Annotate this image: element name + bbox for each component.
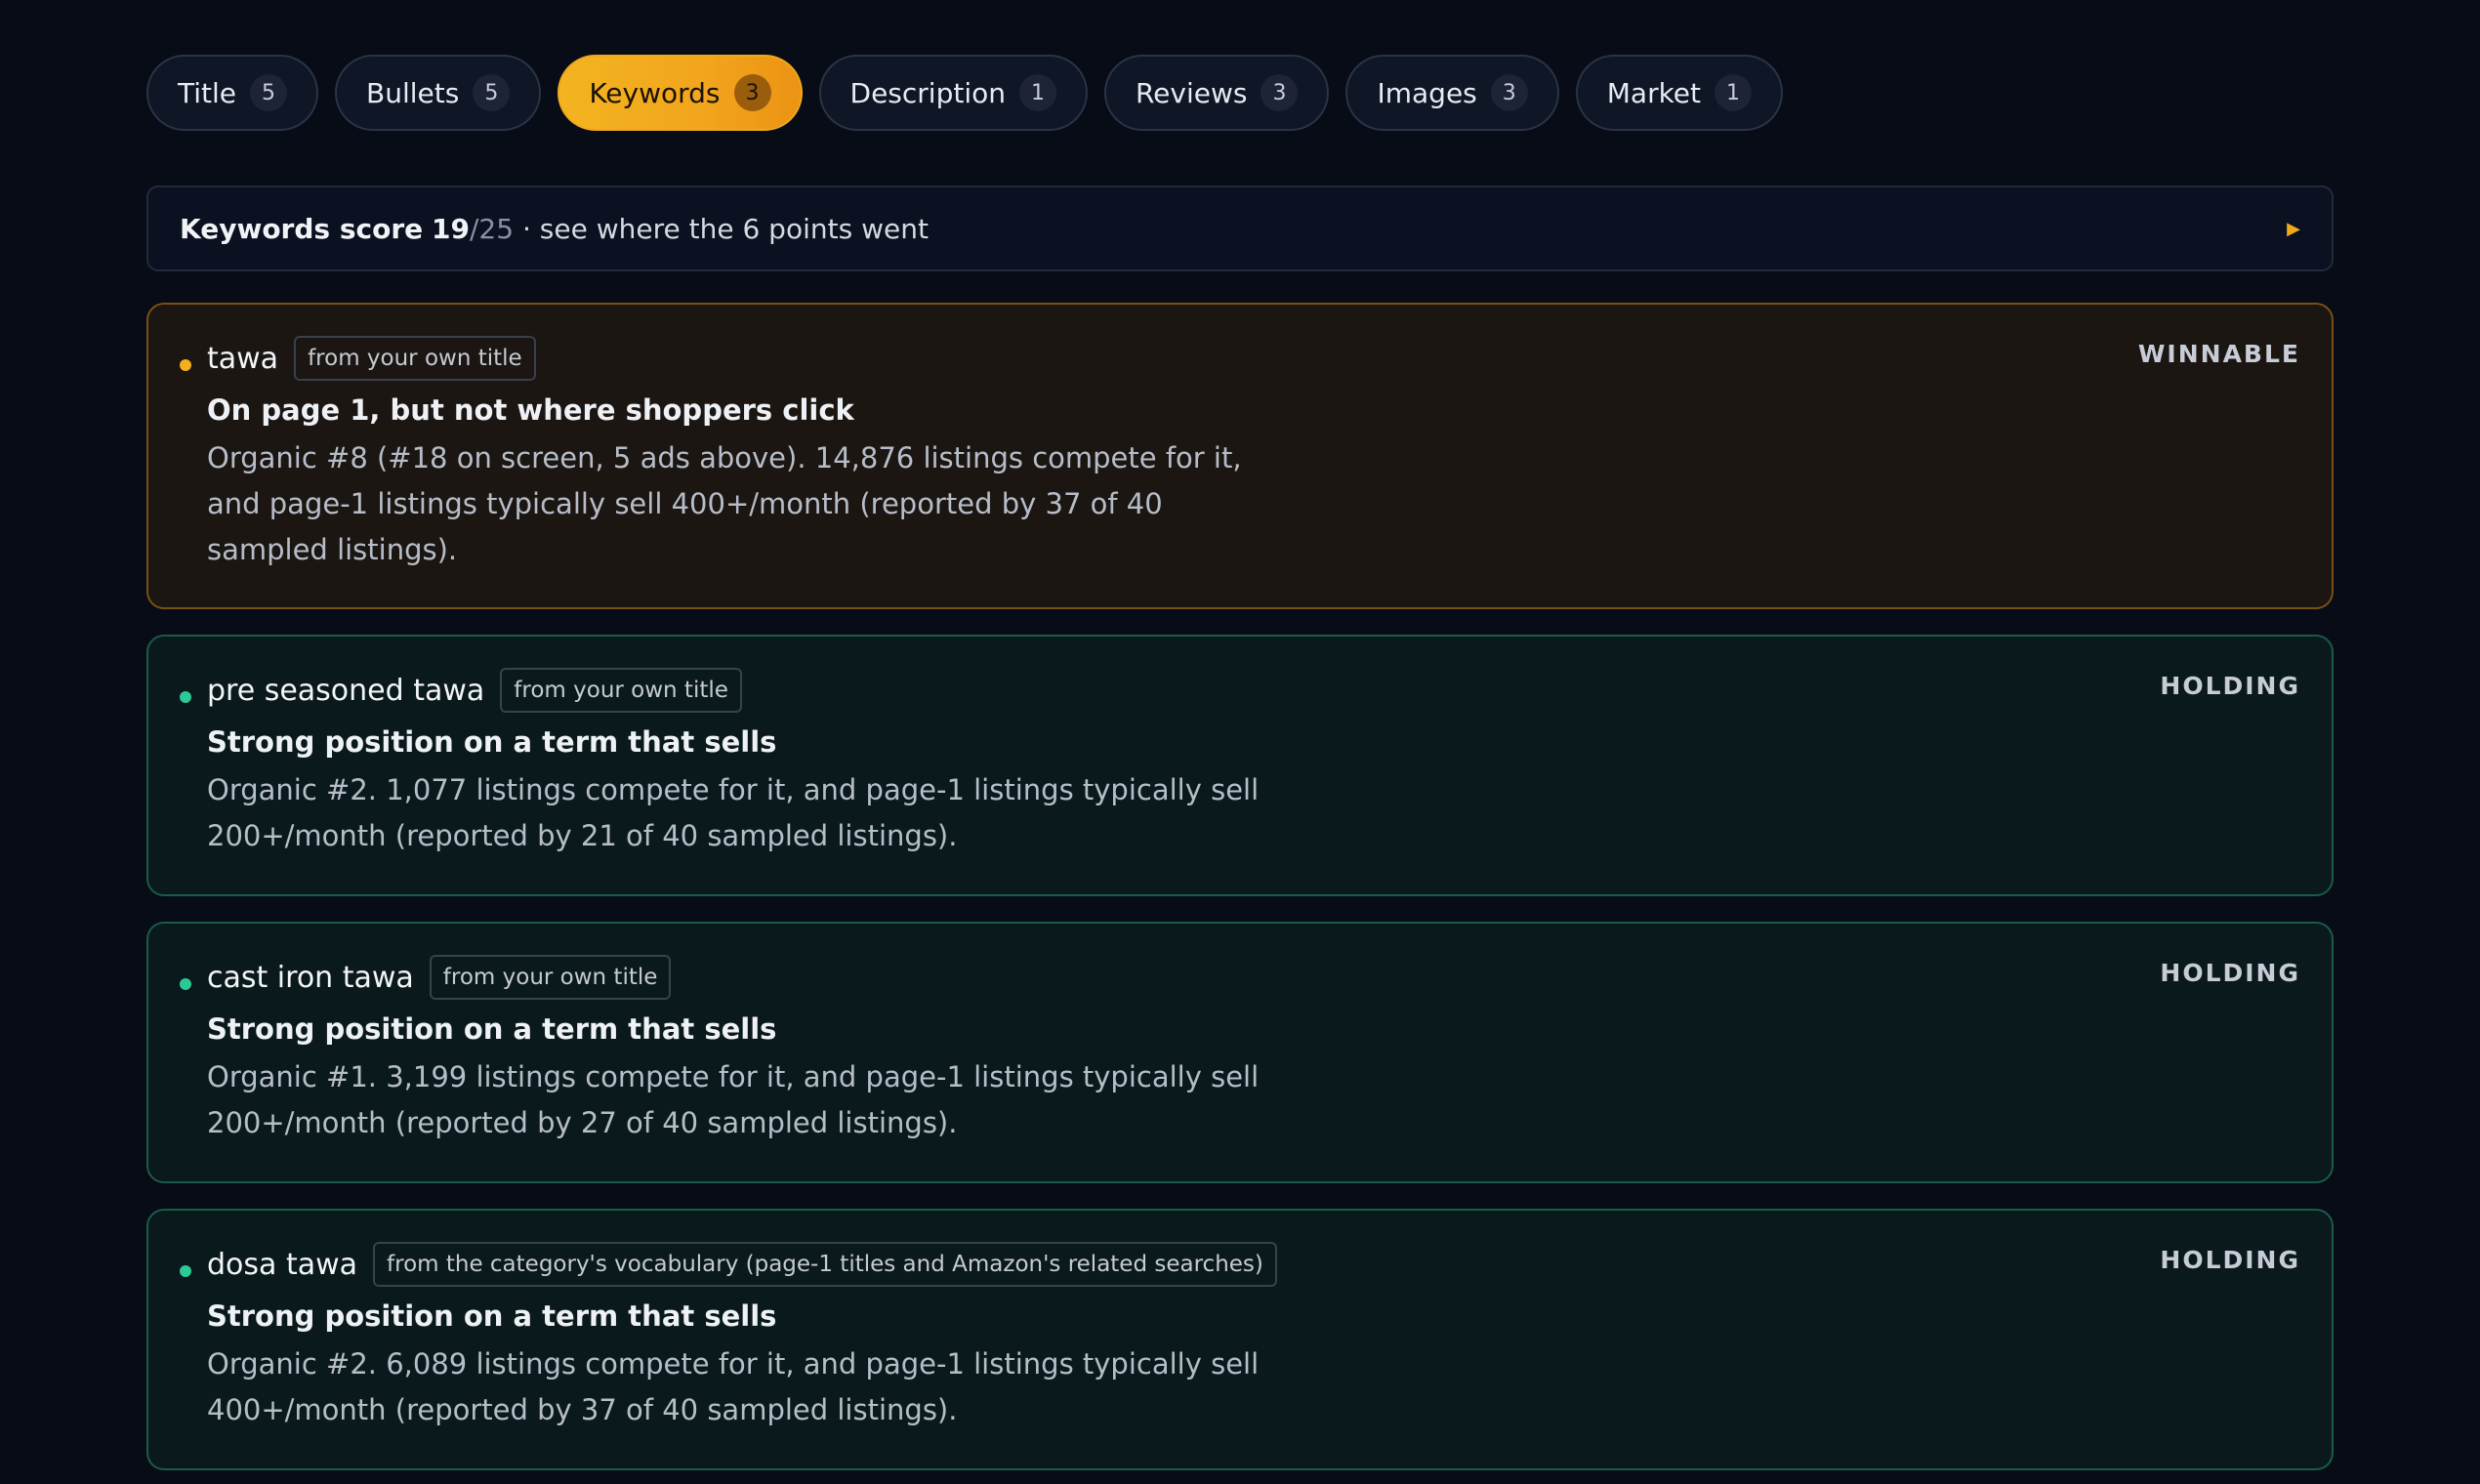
tab-images[interactable]: Images 3 [1345, 55, 1559, 131]
keyword-headline: Strong position on a term that sells [207, 725, 777, 759]
keyword-source-tag: from your own title [500, 668, 742, 713]
status-dot [180, 359, 191, 371]
keyword-term: tawa [207, 341, 279, 376]
keyword-detail: Organic #8 (#18 on screen, 5 ads above).… [207, 441, 1242, 566]
keyword-detail: Organic #2. 6,089 listings compete for i… [207, 1347, 1260, 1426]
tab-bullets[interactable]: Bullets 5 [335, 55, 542, 131]
status-badge: HOLDING [2160, 1246, 2300, 1274]
status-dot [180, 691, 191, 703]
keywords-report-page: Title 5 Bullets 5 Keywords 3 Description… [0, 0, 2480, 1484]
keyword-header: dosa tawa from the category's vocabulary… [207, 1242, 2300, 1287]
score-summary-text: Keywords score 19/25 · see where the 6 p… [180, 213, 929, 245]
section-tabs: Title 5 Bullets 5 Keywords 3 Description… [146, 55, 2334, 131]
tab-market[interactable]: Market 1 [1575, 55, 1784, 131]
tab-label: Market [1606, 76, 1702, 109]
keyword-headline: On page 1, but not where shoppers click [207, 393, 854, 427]
status-dot [180, 978, 191, 990]
keyword-headline: Strong position on a term that sells [207, 1012, 777, 1046]
score-denominator: /25 [470, 212, 515, 245]
tab-title[interactable]: Title 5 [146, 55, 319, 131]
score-summary-toggle[interactable]: Keywords score 19/25 · see where the 6 p… [146, 186, 2334, 271]
tab-label: Reviews [1135, 76, 1248, 109]
keyword-card-winnable: tawa from your own title WINNABLE On pag… [146, 303, 2334, 609]
status-dot [180, 1265, 191, 1277]
keyword-term: cast iron tawa [207, 960, 414, 995]
tab-description[interactable]: Description 1 [818, 55, 1088, 131]
keyword-header: cast iron tawa from your own title [207, 955, 2300, 1000]
status-badge: WINNABLE [2137, 340, 2300, 368]
keyword-detail: Organic #1. 3,199 listings compete for i… [207, 1060, 1260, 1139]
tab-count-badge: 1 [1018, 74, 1056, 111]
status-badge: HOLDING [2160, 672, 2300, 700]
tab-label: Images [1377, 76, 1477, 109]
keyword-term: pre seasoned tawa [207, 673, 485, 708]
keyword-header: tawa from your own title [207, 336, 2300, 381]
tab-count-badge: 5 [473, 74, 511, 111]
keyword-source-tag: from the category's vocabulary (page-1 t… [373, 1242, 1277, 1287]
keyword-card-holding: pre seasoned tawa from your own title HO… [146, 635, 2334, 896]
keyword-source-tag: from your own title [294, 336, 536, 381]
keyword-header: pre seasoned tawa from your own title [207, 668, 2300, 713]
keyword-card-holding: dosa tawa from the category's vocabulary… [146, 1209, 2334, 1470]
score-label: Keywords score [180, 212, 424, 245]
tab-keywords[interactable]: Keywords 3 [558, 55, 803, 131]
tab-label: Title [178, 76, 237, 109]
play-triangle-icon: ▶ [2287, 218, 2300, 239]
keyword-detail: Organic #2. 1,077 listings compete for i… [207, 773, 1260, 852]
tab-label: Bullets [366, 76, 460, 109]
tab-reviews[interactable]: Reviews 3 [1103, 55, 1330, 131]
keyword-card-holding: cast iron tawa from your own title HOLDI… [146, 922, 2334, 1183]
tab-count-badge: 1 [1715, 74, 1753, 111]
keyword-source-tag: from your own title [429, 955, 672, 1000]
tab-count-badge: 3 [1490, 74, 1528, 111]
tab-count-badge: 3 [1261, 74, 1299, 111]
keyword-headline: Strong position on a term that sells [207, 1299, 777, 1333]
keyword-term: dosa tawa [207, 1247, 358, 1282]
score-value: 19 [432, 212, 470, 245]
score-detail: · see where the 6 points went [521, 212, 929, 245]
tab-count-badge: 3 [733, 74, 771, 111]
status-badge: HOLDING [2160, 959, 2300, 987]
tab-count-badge: 5 [250, 74, 288, 111]
tab-label: Description [849, 76, 1006, 109]
tab-label: Keywords [589, 76, 721, 109]
